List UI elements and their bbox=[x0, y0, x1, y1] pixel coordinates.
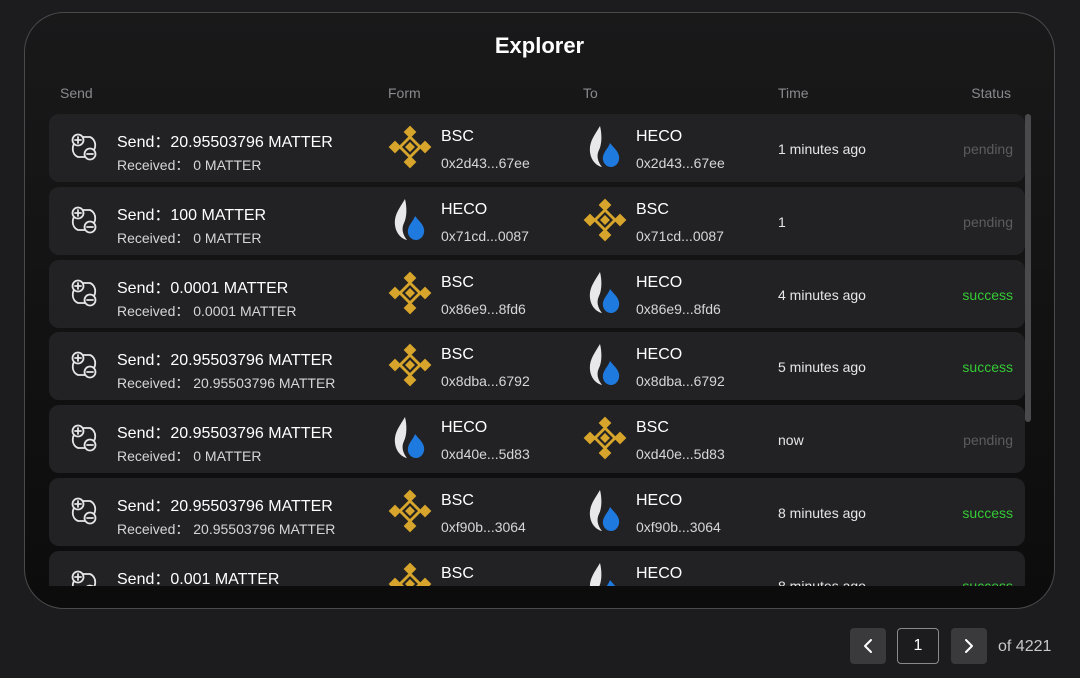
chevron-right-icon bbox=[965, 639, 973, 653]
transfer-icon bbox=[67, 567, 101, 586]
next-page-button[interactable] bbox=[951, 628, 987, 664]
status-badge: pending bbox=[963, 213, 1013, 230]
transfer-icon bbox=[67, 130, 101, 164]
table-row[interactable]: Send：0.0001 MATTER Received： 0.0001 MATT… bbox=[49, 259, 1025, 328]
to-address[interactable]: 0x2d43...67ee bbox=[636, 155, 725, 171]
from-address[interactable]: 0xd40e...5d83 bbox=[441, 446, 530, 462]
received-amount: Received： 0 MATTER bbox=[117, 157, 262, 173]
to-chain-name: BSC bbox=[636, 200, 669, 218]
from-chain-name: BSC bbox=[441, 564, 474, 582]
from-address[interactable]: 0x2d43...67ee bbox=[441, 155, 530, 171]
page-number-input[interactable] bbox=[897, 628, 939, 664]
table-row[interactable]: Send：20.95503796 MATTER Received： 0 MATT… bbox=[49, 114, 1025, 182]
to-chain-name: HECO bbox=[636, 564, 683, 582]
heco-icon bbox=[582, 488, 628, 534]
tx-time: 8 minutes ago bbox=[778, 577, 866, 586]
to-address[interactable]: 0xf90b...3064 bbox=[636, 519, 721, 535]
send-amount: Send：20.95503796 MATTER bbox=[117, 425, 333, 443]
tx-time: 1 minutes ago bbox=[778, 141, 866, 157]
transfer-icon bbox=[67, 348, 101, 382]
bsc-icon bbox=[582, 197, 628, 243]
send-amount: Send：20.95503796 MATTER bbox=[117, 352, 333, 370]
scrollbar[interactable] bbox=[1025, 114, 1031, 422]
column-header-status: Status bbox=[971, 85, 1011, 101]
to-address[interactable]: 0xd40e...5d83 bbox=[636, 446, 725, 462]
page-total-label: of 4221 bbox=[998, 638, 1052, 655]
bsc-icon bbox=[387, 124, 433, 170]
tx-time: 8 minutes ago bbox=[778, 505, 866, 521]
to-chain-name: HECO bbox=[636, 273, 683, 291]
transfer-icon bbox=[67, 203, 101, 237]
tx-time: 1 bbox=[778, 213, 786, 230]
heco-icon bbox=[387, 415, 433, 461]
heco-icon bbox=[582, 124, 628, 170]
send-amount: Send：100 MATTER bbox=[117, 206, 267, 224]
received-amount: Received： 0 MATTER bbox=[117, 229, 262, 246]
received-amount: Received： 0.0001 MATTER bbox=[117, 302, 297, 319]
status-badge: pending bbox=[963, 141, 1013, 157]
table-row[interactable]: Send：0.001 MATTER BSC HECO 8 minutes ago… bbox=[49, 550, 1025, 586]
send-amount: Send：20.95503796 MATTER bbox=[117, 134, 333, 151]
column-header-send: Send bbox=[60, 85, 93, 101]
heco-icon bbox=[582, 342, 628, 388]
from-address[interactable]: 0x8dba...6792 bbox=[441, 373, 530, 389]
to-chain-name: HECO bbox=[636, 346, 683, 364]
transaction-list[interactable]: Send：20.95503796 MATTER Received： 0 MATT… bbox=[49, 114, 1025, 586]
bsc-icon bbox=[387, 270, 433, 316]
received-amount: Received： 20.95503796 MATTER bbox=[117, 375, 336, 392]
to-address[interactable]: 0x8dba...6792 bbox=[636, 373, 725, 389]
from-chain-name: BSC bbox=[441, 128, 474, 145]
column-header-form: Form bbox=[388, 85, 421, 101]
chevron-left-icon bbox=[864, 639, 872, 653]
tx-time: now bbox=[778, 432, 804, 449]
to-chain-name: BSC bbox=[636, 419, 669, 437]
transfer-icon bbox=[67, 494, 101, 528]
status-badge: success bbox=[962, 286, 1013, 303]
status-badge: success bbox=[962, 505, 1013, 521]
status-badge: success bbox=[962, 359, 1013, 376]
from-address[interactable]: 0xf90b...3064 bbox=[441, 519, 526, 535]
status-badge: pending bbox=[963, 432, 1013, 449]
send-amount: Send：0.0001 MATTER bbox=[117, 279, 289, 297]
heco-icon bbox=[387, 197, 433, 243]
bsc-icon bbox=[582, 415, 628, 461]
explorer-panel: Explorer Send Form To Time Status Send：2… bbox=[24, 12, 1055, 609]
table-row[interactable]: Send：20.95503796 MATTER Received： 20.955… bbox=[49, 332, 1025, 401]
from-address[interactable]: 0x71cd...0087 bbox=[441, 228, 529, 244]
received-amount: Received： 0 MATTER bbox=[117, 448, 262, 465]
to-address[interactable]: 0x71cd...0087 bbox=[636, 228, 724, 244]
from-chain-name: BSC bbox=[441, 273, 474, 291]
from-address[interactable]: 0x86e9...8fd6 bbox=[441, 301, 526, 317]
prev-page-button[interactable] bbox=[850, 628, 886, 664]
send-amount: Send：0.001 MATTER bbox=[117, 570, 280, 586]
bsc-icon bbox=[387, 342, 433, 388]
bsc-icon bbox=[387, 561, 433, 586]
bsc-icon bbox=[387, 488, 433, 534]
to-chain-name: HECO bbox=[636, 128, 683, 145]
from-chain-name: BSC bbox=[441, 492, 474, 509]
transfer-icon bbox=[67, 276, 101, 310]
received-amount: Received： 20.95503796 MATTER bbox=[117, 521, 336, 537]
from-chain-name: HECO bbox=[441, 200, 488, 218]
column-header-time: Time bbox=[778, 85, 809, 101]
table-row[interactable]: Send：20.95503796 MATTER Received： 20.955… bbox=[49, 478, 1025, 546]
send-amount: Send：20.95503796 MATTER bbox=[117, 498, 333, 515]
column-header-to: To bbox=[583, 85, 598, 101]
page-title: Explorer bbox=[494, 33, 585, 58]
tx-time: 4 minutes ago bbox=[778, 286, 866, 303]
to-chain-name: HECO bbox=[636, 492, 683, 509]
status-badge: success bbox=[962, 577, 1013, 586]
from-chain-name: HECO bbox=[441, 419, 488, 437]
from-chain-name: BSC bbox=[441, 346, 474, 364]
table-row[interactable]: Send：20.95503796 MATTER Received： 0 MATT… bbox=[49, 405, 1025, 474]
transfer-icon bbox=[67, 421, 101, 455]
to-address[interactable]: 0x86e9...8fd6 bbox=[636, 301, 721, 317]
heco-icon bbox=[582, 561, 628, 586]
tx-time: 5 minutes ago bbox=[778, 359, 866, 376]
table-row[interactable]: Send：100 MATTER Received： 0 MATTER HECO … bbox=[49, 186, 1025, 255]
heco-icon bbox=[582, 270, 628, 316]
